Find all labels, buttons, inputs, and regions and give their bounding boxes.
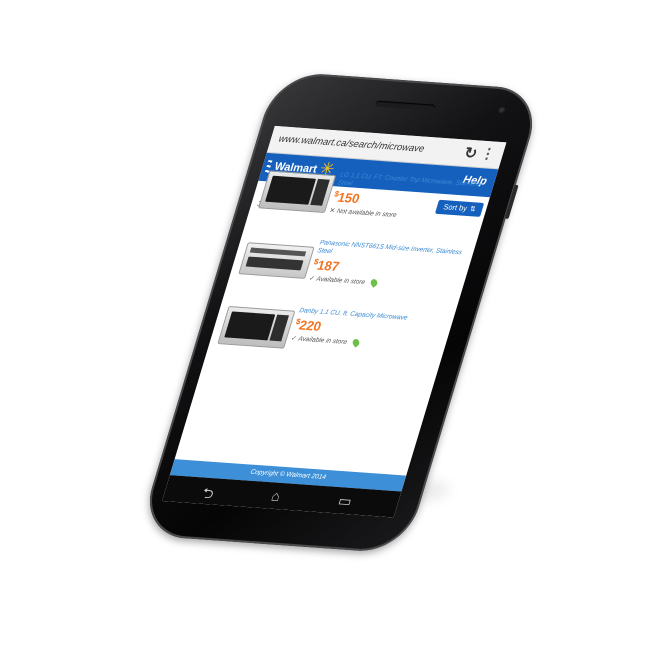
- product-image[interactable]: [238, 242, 315, 279]
- phone-mockup: www.walmart.ca/search/microwave ↻ ⋮ Walm…: [0, 0, 660, 660]
- speaker-grille: [374, 100, 436, 111]
- product-list: LG 1.1 CU. FT. Counter Top Microwave, St…: [203, 162, 496, 382]
- product-image[interactable]: [217, 306, 296, 349]
- phone-screen: www.walmart.ca/search/microwave ↻ ⋮ Walm…: [161, 125, 507, 518]
- power-button[interactable]: [504, 184, 519, 219]
- overflow-menu-icon[interactable]: ⋮: [479, 145, 498, 163]
- store-location-icon[interactable]: [369, 278, 379, 289]
- back-icon[interactable]: ⮌: [198, 483, 216, 508]
- product-image[interactable]: [258, 170, 337, 214]
- store-location-icon[interactable]: [351, 337, 361, 348]
- url-text[interactable]: www.walmart.ca/search/microwave: [277, 133, 425, 154]
- reload-icon[interactable]: ↻: [462, 144, 480, 163]
- front-camera: [495, 105, 508, 115]
- phone-body: www.walmart.ca/search/microwave ↻ ⋮ Walm…: [137, 71, 545, 554]
- home-icon[interactable]: ⌂: [269, 488, 282, 505]
- recent-apps-icon[interactable]: ▭: [336, 492, 354, 510]
